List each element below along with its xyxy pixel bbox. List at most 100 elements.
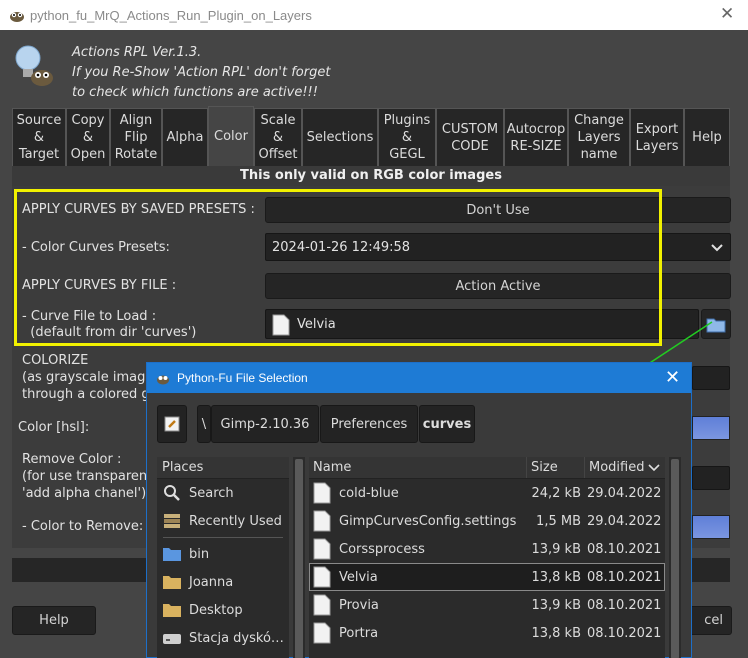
colorize-sublabel: (as grayscale imag [22, 370, 146, 385]
file-icon [313, 622, 331, 644]
place-label: Joanna [189, 574, 234, 590]
tab-help[interactable]: Help [684, 108, 730, 166]
header-warning-2: to check which functions are active!!! [72, 85, 318, 100]
tab-alpha[interactable]: Alpha [162, 108, 208, 166]
colorize-label: COLORIZE [22, 353, 89, 368]
path-gimp[interactable]: Gimp-2.10.36 [211, 405, 319, 443]
file-size: 1,5 MB [536, 513, 581, 529]
column-size[interactable]: Size [527, 457, 585, 478]
lightbulb-icon [15, 45, 53, 86]
file-modified: 08.10.2021 [587, 597, 662, 613]
remove-color-label: Remove Color : [22, 452, 122, 467]
edit-path-button[interactable] [157, 405, 187, 443]
file-modified: 08.10.2021 [587, 541, 662, 557]
tab-change-layers-name[interactable]: Change Layers name [568, 108, 630, 166]
rgb-notice: This only valid on RGB color images [12, 166, 730, 186]
file-modified: 29.04.2022 [587, 485, 662, 501]
file-icon [313, 538, 331, 560]
places-separator [163, 537, 283, 538]
file-name: Velvia [339, 569, 378, 585]
color-to-remove-swatch[interactable] [692, 515, 730, 539]
place-label: bin [189, 546, 210, 562]
color-hsl-label: Color [hsl]: [18, 420, 90, 435]
file-icon [313, 510, 331, 532]
file-row[interactable]: cold-blue 24,2 kB 29.04.2022 [309, 479, 665, 507]
tab-export-layers[interactable]: Export Layers [630, 108, 684, 166]
tab-plugins-gegl[interactable]: Plugins & GEGL [378, 108, 436, 166]
tab-scale-offset[interactable]: Scale & Offset [254, 108, 302, 166]
places-scroll-thumb[interactable] [295, 459, 303, 658]
file-selection-dialog: Python-Fu File Selection ✕ \ Gimp-2.10.3… [146, 362, 692, 658]
tab-autocrop-resize[interactable]: Autocrop RE-SIZE [504, 108, 568, 166]
tab-source-target[interactable]: Source & Target [12, 108, 66, 166]
file-name: Corssprocess [339, 541, 425, 557]
remove-color-sublabel: (for use transparen [22, 469, 148, 484]
file-name: GimpCurvesConfig.settings [339, 513, 517, 529]
gimp-icon [10, 12, 24, 22]
place-search[interactable]: Search [157, 479, 289, 507]
remove-color-sublabel-2: 'add alpha chanel') [22, 486, 147, 501]
folder-icon [163, 576, 181, 589]
tab-bar: Source & Target Copy & Open Align Flip R… [12, 106, 730, 166]
color-hsl-swatch[interactable] [692, 416, 730, 440]
column-modified[interactable]: Modified [585, 457, 665, 478]
places-header[interactable]: Places [157, 457, 289, 479]
file-row-selected[interactable]: Velvia 13,8 kB 08.10.2021 [309, 563, 665, 591]
place-label: Search [189, 485, 234, 501]
file-list: Name Size Modified cold-blue 24,2 kB 29.… [309, 457, 665, 658]
window-close-icon[interactable]: ✕ [720, 4, 734, 24]
file-modified: 08.10.2021 [587, 569, 662, 585]
path-root-button[interactable]: \ [197, 405, 211, 443]
folder-icon [163, 604, 181, 617]
color-to-remove-label: - Color to Remove: [22, 519, 144, 534]
header-version: Actions RPL Ver.1.3. [72, 45, 202, 60]
tab-selections[interactable]: Selections [302, 108, 378, 166]
tab-color[interactable]: Color [208, 106, 254, 166]
file-size: 13,9 kB [531, 597, 581, 613]
chevron-down-icon [711, 244, 723, 252]
place-bin[interactable]: bin [157, 540, 289, 568]
file-row[interactable]: GimpCurvesConfig.settings 1,5 MB 29.04.2… [309, 507, 665, 535]
file-list-scroll-thumb[interactable] [671, 459, 679, 658]
pencil-edit-icon [164, 416, 180, 432]
header-warning: If you Re-Show 'Action RPL' don't forget [72, 65, 331, 80]
places-panel: Places Search Recently Used bin Joanna D… [157, 457, 289, 658]
file-row[interactable]: Corssprocess 13,9 kB 08.10.2021 [309, 535, 665, 563]
file-name: Provia [339, 597, 379, 613]
file-row[interactable]: Provia 13,9 kB 08.10.2021 [309, 591, 665, 619]
header-text: Actions RPL Ver.1.3. If you Re-Show 'Act… [72, 43, 330, 103]
dialog-title: Python-Fu File Selection [177, 371, 308, 385]
place-desktop[interactable]: Desktop [157, 596, 289, 624]
file-row[interactable]: Portra 13,8 kB 08.10.2021 [309, 619, 665, 647]
column-modified-label: Modified [589, 459, 645, 475]
file-icon [313, 566, 331, 588]
file-modified: 29.04.2022 [587, 513, 662, 529]
remove-color-field[interactable] [692, 466, 730, 490]
dialog-titlebar: Python-Fu File Selection ✕ [147, 363, 691, 393]
tab-copy-open[interactable]: Copy & Open [66, 108, 110, 166]
colorize-sublabel-2: through a colored g [22, 387, 150, 402]
tab-align-flip-rotate[interactable]: Align Flip Rotate [110, 108, 162, 166]
place-label: Recently Used [189, 513, 282, 529]
help-button[interactable]: Help [12, 606, 96, 635]
highlight-box [14, 189, 662, 346]
column-name[interactable]: Name [309, 457, 527, 478]
dialog-close-icon[interactable]: ✕ [665, 367, 680, 388]
tab-custom-code[interactable]: CUSTOM CODE [436, 108, 504, 166]
path-preferences[interactable]: Preferences [320, 405, 418, 443]
file-size: 13,8 kB [531, 625, 581, 641]
place-recently-used[interactable]: Recently Used [157, 507, 289, 535]
drive-icon [163, 634, 181, 644]
file-icon [313, 594, 331, 616]
path-curves[interactable]: curves [419, 405, 475, 443]
place-label: Desktop [189, 602, 243, 618]
file-list-header: Name Size Modified [309, 457, 665, 479]
place-drive[interactable]: Stacja dyskó… [157, 624, 289, 652]
place-joanna[interactable]: Joanna [157, 568, 289, 596]
file-size: 13,9 kB [531, 541, 581, 557]
place-label: Stacja dyskó… [189, 630, 284, 646]
file-name: cold-blue [339, 485, 399, 501]
file-size: 13,8 kB [531, 569, 581, 585]
file-name: Portra [339, 625, 379, 641]
search-icon [164, 485, 180, 501]
